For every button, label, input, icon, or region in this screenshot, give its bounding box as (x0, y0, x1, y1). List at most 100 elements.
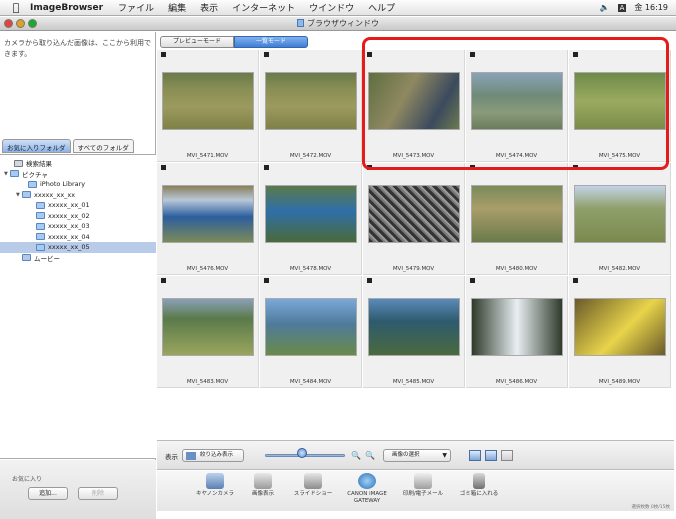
camera-icon (206, 473, 224, 489)
tree-item-date-folder[interactable]: ▼ xxxxx_xx_xx (0, 190, 156, 201)
filter-icon (186, 452, 196, 460)
menu-window[interactable]: ウインドウ (309, 1, 354, 14)
thumbnail-filename: MVI_5482.MOV (598, 266, 641, 272)
thumbnail-image[interactable] (368, 185, 460, 243)
view-list-icon[interactable] (501, 450, 513, 461)
movie-flag-icon (161, 165, 166, 170)
thumbnail-image[interactable] (471, 298, 563, 356)
minimize-button[interactable] (16, 19, 25, 28)
thumbnail-image[interactable] (574, 298, 666, 356)
thumbnail-image[interactable] (265, 72, 357, 130)
thumbnail-filename: MVI_5484.MOV (289, 379, 332, 385)
folder-icon (36, 201, 45, 209)
thumbnail-filename: MVI_5471.MOV (186, 153, 229, 159)
thumbnail-image[interactable] (162, 185, 254, 243)
filter-display-button[interactable]: 絞り込み表示 (182, 449, 244, 462)
thumbnail-item[interactable]: MVI_5480.MOV (466, 163, 568, 275)
menu-edit[interactable]: 編集 (168, 1, 186, 14)
thumbnail-item[interactable]: MVI_5489.MOV (569, 276, 671, 388)
thumbnail-image[interactable] (162, 298, 254, 356)
tree-item-search-results[interactable]: 検索結果 (0, 158, 156, 169)
gateway-icon (358, 473, 376, 489)
volume-icon[interactable]: 🔈 (600, 3, 610, 12)
thumbnail-image[interactable] (265, 298, 357, 356)
thumbnail-image[interactable] (574, 185, 666, 243)
movie-flag-icon (161, 52, 166, 57)
trash-icon (473, 473, 485, 489)
add-favorite-button[interactable]: 追加... (28, 487, 68, 500)
input-method-icon[interactable]: A (617, 3, 627, 12)
menu-file[interactable]: ファイル (118, 1, 154, 14)
selection-highlight-box (362, 37, 669, 170)
thumbnail-item[interactable]: MVI_5485.MOV (363, 276, 465, 388)
tree-item-04[interactable]: xxxxx_xx_04 (0, 232, 156, 243)
window-title: ブラウザウィンドウ (0, 18, 676, 29)
thumbnail-item[interactable]: MVI_5476.MOV (157, 163, 259, 275)
slider-knob[interactable] (297, 448, 307, 458)
view-grid-large-icon[interactable] (485, 450, 497, 461)
thumbnail-item[interactable]: MVI_5472.MOV (260, 50, 362, 162)
movie-folder-icon (22, 254, 31, 262)
menu-bar:  ImageBrowser ファイル 編集 表示 インターネット ウインドウ … (0, 0, 676, 16)
view-grid-small-icon[interactable] (469, 450, 481, 461)
tab-all-folders[interactable]: すべてのフォルダ (72, 139, 134, 153)
thumbnail-item[interactable]: MVI_5471.MOV (157, 50, 259, 162)
window-title-bar: ブラウザウィンドウ (0, 17, 676, 31)
search-folder-icon (14, 159, 23, 167)
thumbnail-item[interactable]: MVI_5484.MOV (260, 276, 362, 388)
tree-item-05[interactable]: xxxxx_xx_05 (0, 242, 156, 253)
thumbnail-item[interactable]: MVI_5478.MOV (260, 163, 362, 275)
thumbnail-item[interactable]: MVI_5482.MOV (569, 163, 671, 275)
tree-item-pictures[interactable]: ▼ ピクチャ (0, 169, 156, 180)
apple-menu-icon[interactable]:  (8, 1, 24, 14)
tree-item-iphoto[interactable]: iPhoto Library (0, 179, 156, 190)
thumbnail-item[interactable]: MVI_5486.MOV (466, 276, 568, 388)
thumbnail-filename: MVI_5485.MOV (392, 379, 435, 385)
favorites-panel: お気に入り 追加... 削除 (0, 460, 156, 519)
thumbnail-filename: MVI_5486.MOV (495, 379, 538, 385)
movie-flag-icon (264, 52, 269, 57)
mode-tabs: プレビューモード 一覧モード (160, 36, 308, 48)
tree-item-movies[interactable]: ムービー (0, 253, 156, 264)
app-menu[interactable]: ImageBrowser (30, 3, 103, 13)
menu-view[interactable]: 表示 (200, 1, 218, 14)
zoom-out-icon[interactable]: 🔍 (351, 451, 361, 460)
thumbnail-item[interactable]: MVI_5483.MOV (157, 276, 259, 388)
move-to-trash-button[interactable]: ゴミ箱に入れる (449, 473, 509, 498)
display-label: 表示 (165, 453, 178, 461)
thumbnail-item[interactable]: MVI_5479.MOV (363, 163, 465, 275)
thumbnail-filename: MVI_5480.MOV (495, 266, 538, 272)
image-select-dropdown[interactable]: 画像の選択 ▼ (383, 449, 451, 462)
thumbnail-image[interactable] (265, 185, 357, 243)
zoom-in-icon[interactable]: 🔍 (365, 451, 375, 460)
tab-list-mode[interactable]: 一覧モード (234, 36, 308, 48)
tree-item-03[interactable]: xxxxx_xx_03 (0, 221, 156, 232)
folder-icon (22, 191, 31, 199)
thumbnail-image[interactable] (162, 72, 254, 130)
movie-flag-icon (573, 278, 578, 283)
thumbnail-image[interactable] (368, 298, 460, 356)
delete-favorite-button[interactable]: 削除 (78, 487, 118, 500)
slideshow-button[interactable]: スライドショー (283, 473, 343, 498)
canon-image-gateway-button[interactable]: CANON iMAGE GATEWAY (337, 473, 397, 505)
thumbnail-filename: MVI_5489.MOV (598, 379, 641, 385)
tree-item-01[interactable]: xxxxx_xx_01 (0, 200, 156, 211)
tab-preview-mode[interactable]: プレビューモード (160, 36, 234, 48)
folder-icon (36, 222, 45, 230)
folder-tree: 検索結果 ▼ ピクチャ iPhoto Library ▼ xxxxx_xx_xx x… (0, 154, 156, 459)
menu-internet[interactable]: インターネット (232, 1, 295, 14)
tree-item-02[interactable]: xxxxx_xx_02 (0, 211, 156, 222)
zoom-button[interactable] (28, 19, 37, 28)
close-button[interactable] (4, 19, 13, 28)
thumbnail-size-slider[interactable] (265, 448, 345, 463)
thumbnail-image[interactable] (471, 185, 563, 243)
tab-favorite-folders[interactable]: お気に入りフォルダ (2, 139, 71, 153)
thumbnail-filename: MVI_5476.MOV (186, 266, 229, 272)
menu-help[interactable]: ヘルプ (368, 1, 395, 14)
window-doc-icon (297, 19, 304, 27)
view-controls: 表示 絞り込み表示 🔍 🔍 画像の選択 ▼ (157, 440, 674, 470)
print-email-button[interactable]: 印刷/電子メール (393, 473, 453, 498)
clock[interactable]: 金 16:19 (634, 2, 668, 13)
folder-icon (10, 170, 19, 178)
movie-flag-icon (470, 278, 475, 283)
